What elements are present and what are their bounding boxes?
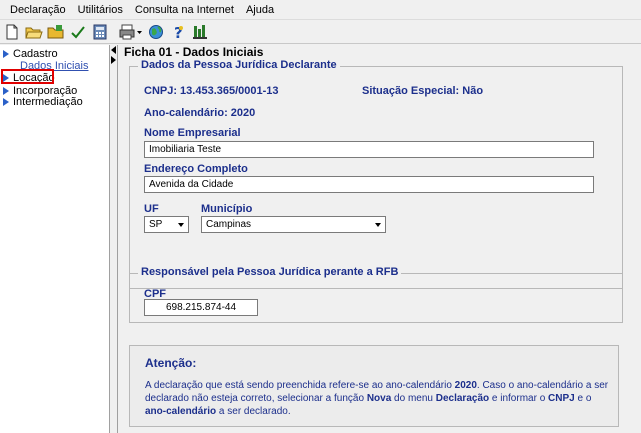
help-icon[interactable]: ?: [169, 23, 187, 41]
toolbar: ?: [0, 21, 641, 44]
calculator-icon[interactable]: [91, 23, 109, 41]
menu-declaracao[interactable]: Declaração: [4, 4, 72, 16]
expand-arrow-icon: [3, 50, 9, 58]
nome-empresarial-input[interactable]: Imobiliaria Teste: [144, 141, 594, 158]
tree-item-cadastro[interactable]: Cadastro: [3, 48, 58, 60]
chevron-down-icon: [178, 223, 184, 227]
form-panel: Ficha 01 - Dados Iniciais Dados da Pesso…: [119, 45, 641, 433]
attention-title: Atenção:: [145, 356, 197, 370]
expand-arrow-icon: [3, 98, 9, 106]
menu-utilitarios[interactable]: Utilitários: [72, 4, 129, 16]
uf-label: UF: [144, 203, 159, 215]
menu-ajuda[interactable]: Ajuda: [240, 4, 280, 16]
expand-right-icon[interactable]: [111, 56, 116, 64]
chevron-down-icon: [375, 223, 381, 227]
print-icon[interactable]: [119, 23, 143, 41]
uf-value: SP: [149, 219, 163, 230]
form-title: Ficha 01 - Dados Iniciais: [124, 45, 264, 59]
globe-icon[interactable]: [147, 23, 165, 41]
endereco-completo-label: Endereço Completo: [144, 163, 248, 175]
tree-item-label: Intermediação: [13, 96, 83, 108]
menu-bar: Declaração Utilitários Consulta na Inter…: [0, 0, 641, 20]
navigation-tree: Cadastro Dados Iniciais Locação Incorpor…: [0, 45, 110, 433]
group-legend: Responsável pela Pessoa Jurídica perante…: [138, 266, 402, 278]
nome-empresarial-label: Nome Empresarial: [144, 127, 241, 139]
collapse-left-icon[interactable]: [111, 46, 116, 54]
new-icon[interactable]: [3, 23, 21, 41]
highlight-box: [1, 69, 54, 84]
expand-arrow-icon: [3, 87, 9, 95]
municipio-select[interactable]: Campinas: [201, 216, 386, 233]
ano-calendario-text: Ano-calendário: 2020: [144, 107, 256, 119]
folder-icon[interactable]: [47, 23, 65, 41]
municipio-value: Campinas: [206, 219, 252, 230]
uf-select[interactable]: SP: [144, 216, 189, 233]
pane-splitter[interactable]: [110, 45, 118, 433]
menu-consulta-internet[interactable]: Consulta na Internet: [129, 4, 240, 16]
cnpj-text: CNPJ: 13.453.365/0001-13: [144, 85, 279, 97]
tree-item-label: Cadastro: [13, 48, 58, 60]
attention-text: A declaração que está sendo preenchida r…: [145, 380, 609, 417]
group-legend: Dados da Pessoa Jurídica Declarante: [138, 59, 340, 71]
endereco-completo-input[interactable]: Avenida da Cidade: [144, 176, 594, 193]
municipio-label: Município: [201, 203, 253, 215]
cpf-input[interactable]: 698.215.874-44: [144, 299, 258, 316]
attention-panel: Atenção: A declaração que está sendo pre…: [129, 345, 619, 427]
tools-icon[interactable]: [191, 23, 209, 41]
tree-item-intermediacao[interactable]: Intermediação: [3, 96, 83, 108]
open-icon[interactable]: [25, 23, 43, 41]
situacao-especial-text: Situação Especial: Não: [362, 85, 484, 97]
check-icon[interactable]: [69, 23, 87, 41]
